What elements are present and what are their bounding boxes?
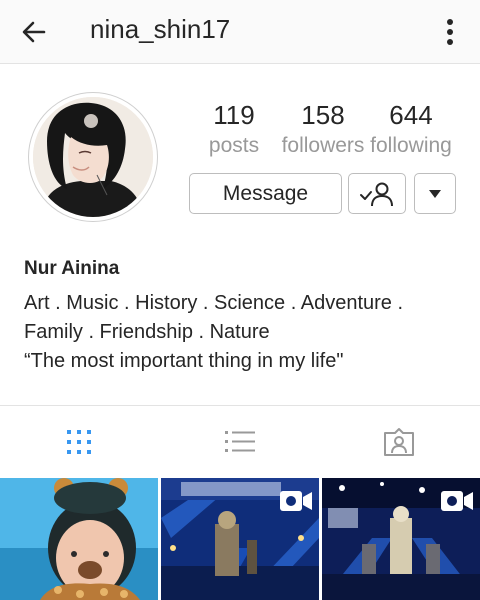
tab-grid-view[interactable] <box>59 422 99 462</box>
video-camera-icon <box>280 491 312 511</box>
suggested-dropdown-button[interactable] <box>414 173 456 214</box>
following-stat[interactable]: 644 following <box>367 100 455 160</box>
profile-username: nina_shin17 <box>90 14 231 44</box>
grid-icon <box>67 430 91 454</box>
top-bar: nina_shin17 <box>0 0 480 64</box>
posts-stat: 119 posts <box>202 100 266 160</box>
post-thumbnail[interactable] <box>322 478 480 600</box>
profile-view-tabs <box>0 405 480 478</box>
post-thumbnail[interactable] <box>161 478 319 600</box>
tab-tagged-photos[interactable] <box>379 422 419 462</box>
avatar-photo <box>33 97 153 217</box>
bio-line: Family . Friendship . Nature <box>24 321 270 343</box>
back-button[interactable] <box>14 12 54 52</box>
profile-full-name: Nur Ainina <box>24 258 120 279</box>
kebab-menu-icon <box>447 19 453 45</box>
bio-line: “The most important thing in my life" <box>24 350 344 372</box>
followers-stat[interactable]: 158 followers <box>278 100 368 160</box>
profile-avatar[interactable] <box>28 92 158 222</box>
posts-grid <box>0 478 480 600</box>
followers-count: 158 <box>301 100 345 130</box>
following-status-button[interactable] <box>348 173 406 214</box>
message-button[interactable]: Message <box>189 173 342 214</box>
arrow-left-icon <box>22 21 46 43</box>
posts-label: posts <box>208 134 260 157</box>
following-count: 644 <box>389 100 433 130</box>
video-badge <box>440 488 474 514</box>
bio-line: Art . Music . History . Science . Advent… <box>24 292 404 314</box>
video-camera-icon <box>441 491 473 511</box>
tagged-person-icon <box>384 428 414 456</box>
following-label: following <box>370 134 452 157</box>
user-check-icon <box>360 182 393 206</box>
post-thumbnail[interactable] <box>0 478 158 600</box>
list-icon <box>225 431 255 452</box>
posts-count: 119 <box>213 100 255 130</box>
more-options-button[interactable] <box>440 12 460 52</box>
followers-label: followers <box>281 134 365 157</box>
video-badge <box>279 488 313 514</box>
caret-down-icon <box>429 189 441 198</box>
tab-list-view[interactable] <box>220 422 260 462</box>
